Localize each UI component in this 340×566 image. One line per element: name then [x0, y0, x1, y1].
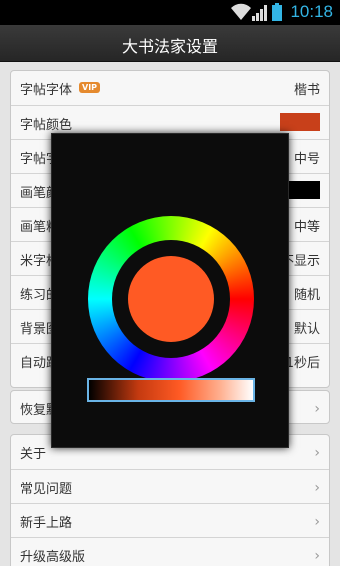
setting-auto-next-value: 1秒后 — [285, 356, 320, 371]
info-card: 关于 › 常见问题 › 新手上路 › 升级高级版 › — [10, 434, 330, 566]
info-item-label: 关于 — [20, 447, 47, 462]
setting-background-value: 默认 — [293, 322, 320, 337]
status-bar: 10:18 — [0, 0, 340, 25]
setting-font[interactable]: 字帖字体 VIP 楷书 — [11, 71, 329, 105]
chevron-right-icon: › — [314, 401, 320, 417]
vip-badge: VIP — [79, 82, 101, 93]
info-item-upgrade[interactable]: 升级高级版 › — [11, 537, 329, 566]
chevron-right-icon: › — [314, 480, 320, 496]
page-title: 大书法家设置 — [121, 37, 218, 56]
setting-font-label: 字帖字体 — [20, 83, 73, 98]
setting-brush-width-value: 中等 — [293, 220, 320, 235]
title-bar: 大书法家设置 — [0, 25, 340, 62]
font-color-swatch — [280, 113, 320, 131]
wifi-icon — [231, 3, 251, 25]
chevron-right-icon: › — [314, 445, 320, 461]
color-picker-dialog — [51, 133, 289, 448]
chevron-right-icon: › — [314, 514, 320, 530]
setting-font-color-label: 字帖颜色 — [20, 118, 73, 133]
setting-font-value: 楷书 — [293, 83, 320, 98]
info-item-label: 常见问题 — [20, 482, 73, 497]
selected-color-preview[interactable] — [128, 256, 214, 342]
info-item-faq[interactable]: 常见问题 › — [11, 469, 329, 503]
info-item-label: 新手上路 — [20, 516, 73, 531]
signal-icon — [252, 3, 268, 25]
setting-font-size-value: 中号 — [293, 152, 320, 167]
chevron-right-icon: › — [314, 548, 320, 564]
info-item-guide[interactable]: 新手上路 › — [11, 503, 329, 537]
clock: 10:18 — [290, 2, 333, 21]
shade-slider[interactable] — [87, 378, 255, 402]
info-item-label: 升级高级版 — [20, 550, 86, 565]
setting-practice-order-value: 随机 — [293, 288, 320, 303]
battery-icon — [272, 3, 282, 25]
